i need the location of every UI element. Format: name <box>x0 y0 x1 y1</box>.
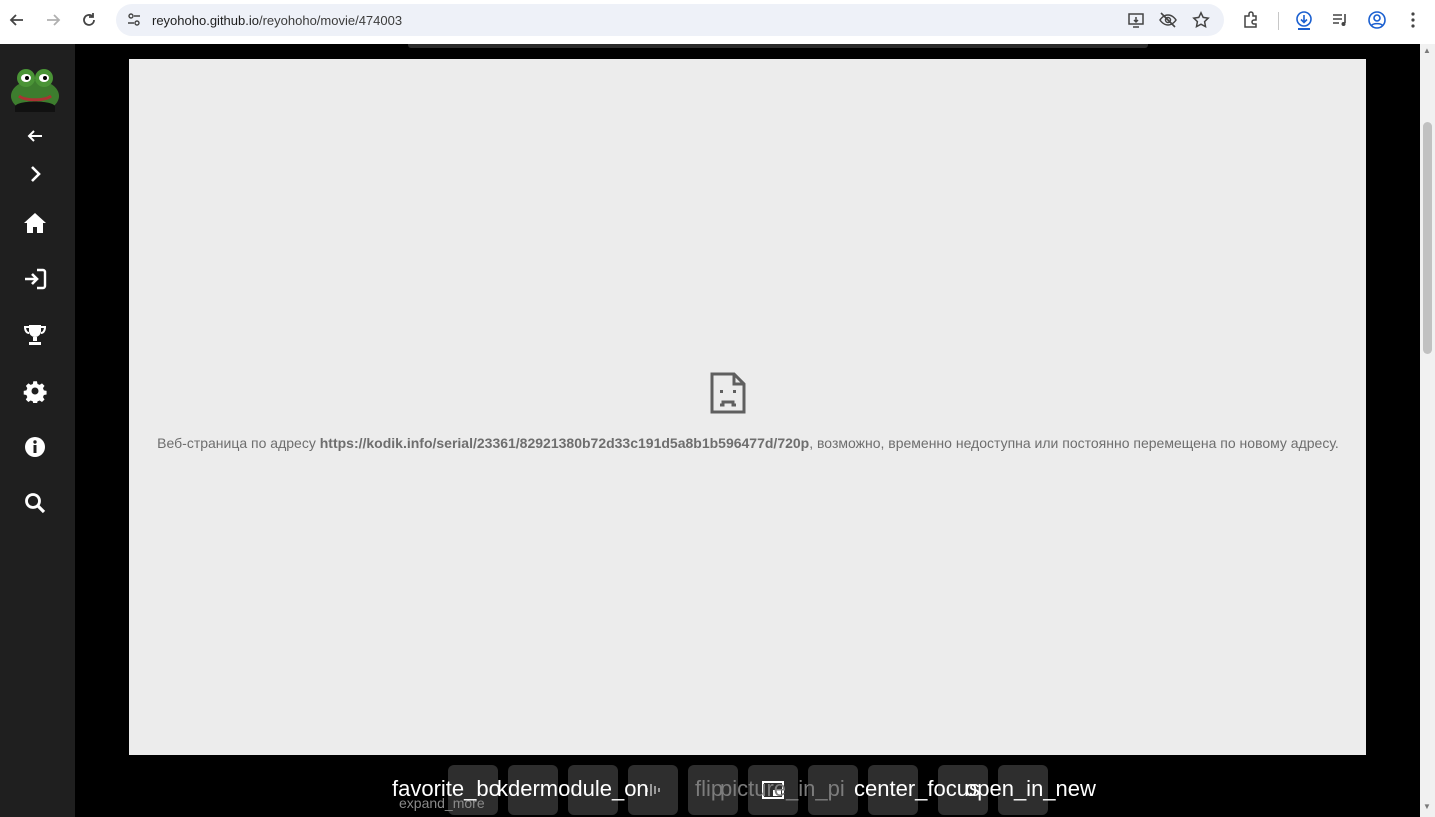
scroll-thumb[interactable] <box>1423 122 1432 354</box>
expand-more-label[interactable]: expand_more <box>399 795 485 811</box>
chevron-right-icon <box>31 166 41 182</box>
sidebar-item-about[interactable] <box>21 433 49 461</box>
toolbar-divider <box>1278 12 1279 30</box>
arrow-left-icon <box>9 14 23 26</box>
info-icon <box>25 437 45 457</box>
error-prefix: Веб-страница по адресу <box>157 435 320 451</box>
control-label-center-focus: center_focus <box>854 776 980 801</box>
error-url: https://kodik.info/serial/23361/82921380… <box>319 435 810 451</box>
home-icon <box>24 213 46 233</box>
extensions-icon[interactable] <box>1239 8 1263 32</box>
star-icon[interactable] <box>1191 10 1211 30</box>
top-panel-edge <box>408 44 1148 48</box>
download-icon[interactable] <box>1292 8 1316 32</box>
arrow-right-icon <box>47 14 61 26</box>
sidebar-item-home[interactable] <box>21 209 49 237</box>
scroll-up-arrow-icon[interactable]: ▲ <box>1423 46 1431 55</box>
frog-logo-avatar[interactable] <box>9 66 61 112</box>
control-label-flip: flip <box>695 776 724 801</box>
sidebar-item-back[interactable] <box>21 122 49 150</box>
control-label-open-new: open_in_new <box>965 776 1096 801</box>
sidebar-item-leaderboard[interactable] <box>21 321 49 349</box>
search-icon <box>25 493 46 514</box>
url-text: reyohoho.github.io/reyohoho/movie/474003 <box>152 13 402 28</box>
site-settings-icon[interactable] <box>126 12 142 28</box>
reload-icon <box>83 13 95 26</box>
sidebar-item-settings[interactable] <box>21 377 49 405</box>
forward-button[interactable] <box>39 6 67 34</box>
url-path: /reyohoho/movie/474003 <box>258 12 403 28</box>
login-icon <box>25 268 47 290</box>
sidebar-item-login[interactable] <box>21 265 49 293</box>
reload-button[interactable] <box>75 6 103 34</box>
sidebar <box>0 44 75 817</box>
eye-off-icon[interactable] <box>1158 10 1178 30</box>
url-host: reyohoho.github.io <box>152 12 259 28</box>
address-bar[interactable]: reyohoho.github.io/reyohoho/movie/474003 <box>116 4 1224 36</box>
sidebar-item-expand[interactable] <box>21 160 49 188</box>
sad-document-icon <box>710 372 746 414</box>
error-suffix: , возможно, временно недоступна или пост… <box>809 435 1339 451</box>
arrow-left-icon <box>27 130 42 142</box>
profile-icon[interactable] <box>1365 8 1389 32</box>
sidebar-item-search[interactable] <box>21 489 49 517</box>
gear-icon <box>23 381 47 403</box>
error-message: Веб-страница по адресу https://kodik.inf… <box>153 433 1343 453</box>
back-button[interactable] <box>3 6 31 34</box>
control-label-pip: picture_in_pi <box>720 776 845 801</box>
trophy-icon <box>23 325 47 345</box>
main-content: Веб-страница по адресу https://kodik.inf… <box>75 44 1420 817</box>
video-player-frame[interactable]: Веб-страница по адресу https://kodik.inf… <box>129 59 1366 755</box>
install-app-icon[interactable] <box>1126 10 1146 30</box>
scroll-down-arrow-icon[interactable]: ▼ <box>1423 802 1431 811</box>
browser-toolbar: reyohoho.github.io/reyohoho/movie/474003 <box>0 0 1435 44</box>
more-menu-icon[interactable] <box>1401 8 1425 32</box>
page-scrollbar[interactable]: ▲ ▼ <box>1420 44 1435 817</box>
control-label-darkmode: kdermodule_on <box>497 776 649 801</box>
media-controls-icon[interactable] <box>1328 8 1352 32</box>
